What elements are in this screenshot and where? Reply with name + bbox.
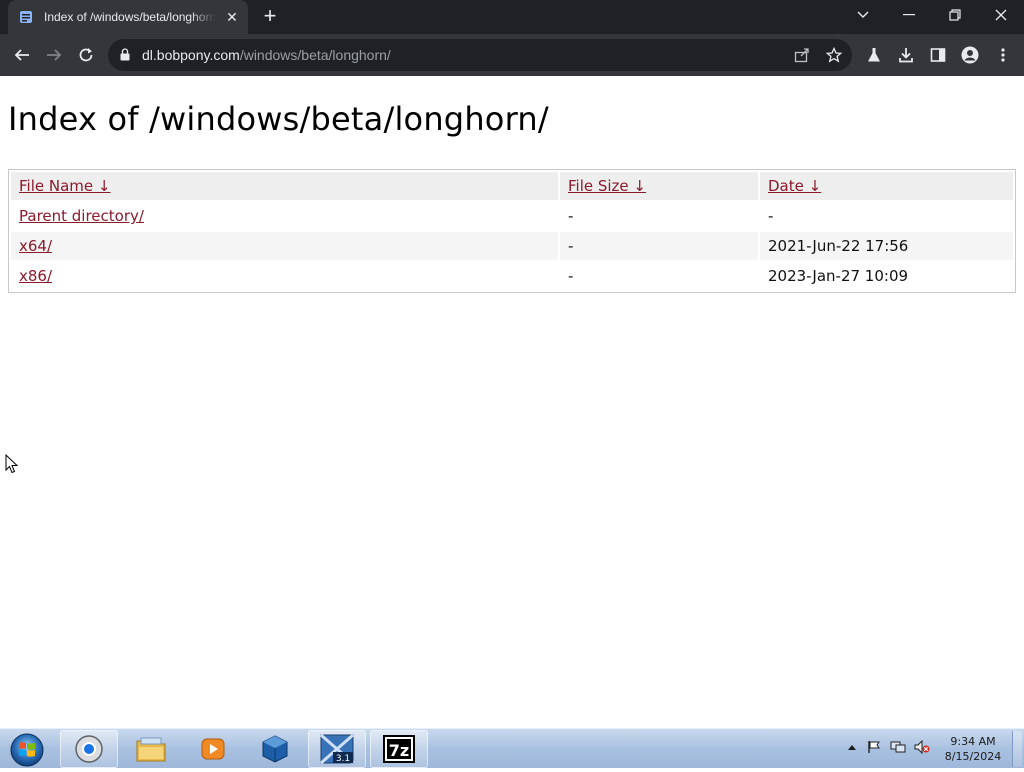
show-desktop-button[interactable] [1012, 731, 1022, 767]
column-header-size: File Size ↓ [560, 172, 758, 200]
taskbar-chrome-button[interactable] [60, 730, 118, 768]
action-center-flag-icon[interactable] [866, 739, 882, 755]
file-name-cell: x86/ [11, 262, 558, 290]
back-arrow-icon [14, 49, 29, 61]
lock-icon[interactable] [120, 48, 130, 61]
url-path: /windows/beta/longhorn/ [239, 47, 391, 63]
back-button[interactable] [8, 41, 36, 69]
tab-title: Index of /windows/beta/longhorn/ [44, 10, 216, 24]
parent-directory-link[interactable]: Parent directory/ [19, 207, 144, 225]
taskbar-vmware-button[interactable]: 3.1 [308, 730, 366, 768]
share-icon[interactable] [792, 45, 812, 65]
system-clock[interactable]: 9:34 AM 8/15/2024 [940, 734, 1006, 764]
vmware-icon: 3.1 [320, 733, 354, 765]
vmware-badge-label: 3.1 [336, 754, 350, 764]
bookmark-star-icon[interactable] [824, 45, 844, 65]
network-icon[interactable] [890, 739, 906, 755]
7zip-icon: 7z [383, 735, 415, 763]
windows-orb-icon [10, 733, 44, 767]
page-title: Index of /windows/beta/longhorn/ [8, 100, 549, 138]
side-panel-icon[interactable] [928, 45, 948, 65]
taskbar-media-player-button[interactable] [184, 730, 242, 768]
volume-muted-icon[interactable] [914, 739, 930, 755]
page-content: Index of /windows/beta/longhorn/ File Na… [0, 76, 1024, 728]
taskbar-7zip-button[interactable]: 7z [370, 730, 428, 768]
page-icon [20, 11, 32, 23]
file-date-cell: 2021-Jun-22 17:56 [760, 232, 1013, 260]
clock-date: 8/15/2024 [944, 750, 1002, 763]
table-header-row: File Name ↓ File Size ↓ Date ↓ [11, 172, 1013, 200]
restore-button[interactable] [932, 0, 978, 30]
x86-folder-link[interactable]: x86/ [19, 267, 52, 285]
reload-button[interactable] [72, 41, 100, 69]
new-tab-button[interactable]: + [258, 5, 282, 29]
taskbar: 3.1 7z 9:34 AM 8/15/2024 [0, 728, 1024, 768]
forward-arrow-icon [47, 49, 62, 61]
table-row: x86/ - 2023-Jan-27 10:09 [11, 262, 1013, 290]
table-row: Parent directory/ - - [11, 202, 1013, 230]
url-domain: dl.bobpony.com [142, 47, 240, 63]
clock-time: 9:34 AM [950, 735, 996, 748]
reload-icon [79, 48, 93, 62]
chrome-icon [75, 735, 103, 763]
explorer-icon [136, 737, 166, 762]
browser-toolbar: dl.bobpony.com/windows/beta/longhorn/ [0, 34, 1024, 76]
table-row: x64/ - 2021-Jun-22 17:56 [11, 232, 1013, 260]
taskbar-explorer-button[interactable] [122, 730, 180, 768]
column-header-name: File Name ↓ [11, 172, 558, 200]
profile-avatar-icon[interactable] [960, 45, 980, 65]
file-listing-table: File Name ↓ File Size ↓ Date ↓ Parent di… [8, 169, 1016, 293]
file-size-cell: - [568, 207, 574, 225]
labs-flask-icon[interactable] [864, 45, 884, 65]
forward-button[interactable] [40, 41, 68, 69]
sort-by-size-link[interactable]: File Size ↓ [568, 177, 646, 195]
address-bar[interactable]: dl.bobpony.com/windows/beta/longhorn/ [108, 39, 852, 71]
file-date-cell: - [768, 207, 774, 225]
taskbar-virtualbox-button[interactable] [246, 730, 304, 768]
file-name-cell: Parent directory/ [11, 202, 558, 230]
url-text[interactable]: dl.bobpony.com/windows/beta/longhorn/ [142, 47, 391, 63]
close-tab-icon[interactable]: ✕ [224, 9, 240, 25]
file-name-cell: x64/ [11, 232, 558, 260]
sort-by-date-link[interactable]: Date ↓ [768, 177, 821, 195]
menu-kebab-icon[interactable] [993, 45, 1013, 65]
tab-active[interactable]: Index of /windows/beta/longhorn/ ✕ [8, 0, 248, 34]
media-player-icon [201, 738, 225, 760]
virtualbox-icon [262, 735, 288, 763]
7zip-label: 7z [389, 741, 409, 760]
minimize-button[interactable] [886, 0, 932, 30]
tab-strip: Index of /windows/beta/longhorn/ ✕ + [0, 0, 1024, 34]
tab-search-icon[interactable] [840, 0, 886, 30]
sort-by-name-link[interactable]: File Name ↓ [19, 177, 110, 195]
start-button[interactable] [6, 731, 48, 767]
file-date-cell: 2023-Jan-27 10:09 [768, 267, 909, 285]
close-window-button[interactable] [978, 0, 1024, 30]
download-icon[interactable] [896, 45, 916, 65]
file-size-cell: - [568, 267, 574, 285]
mouse-cursor-icon [5, 454, 19, 474]
show-hidden-icons-icon[interactable] [844, 739, 860, 755]
file-size-cell: - [560, 232, 758, 260]
column-header-date: Date ↓ [760, 172, 1013, 200]
x64-folder-link[interactable]: x64/ [19, 237, 52, 255]
